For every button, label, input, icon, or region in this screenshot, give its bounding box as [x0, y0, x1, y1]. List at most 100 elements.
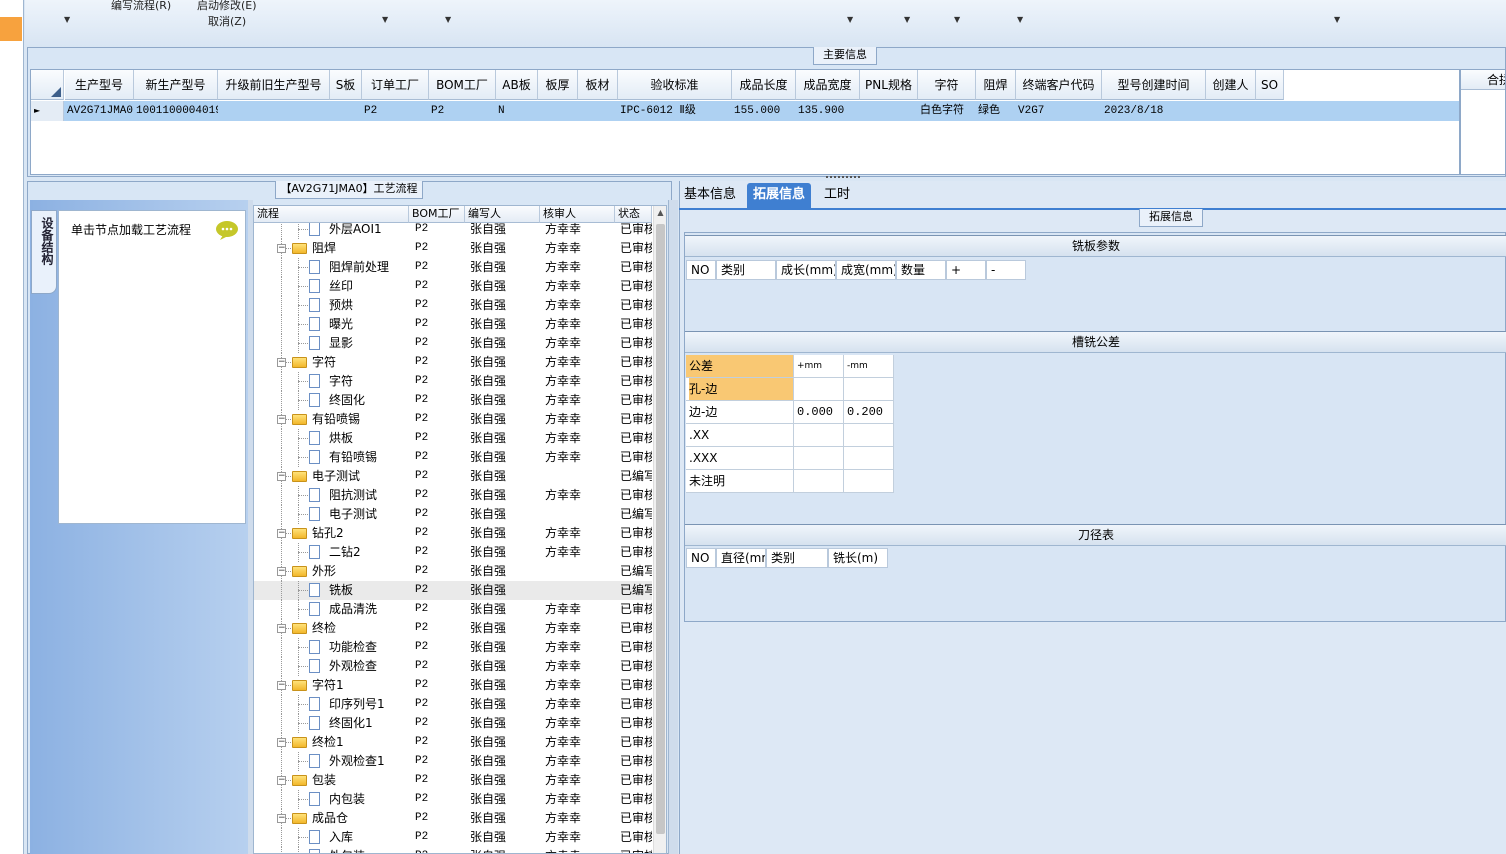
- milling-column-header[interactable]: NO: [686, 260, 716, 280]
- column-header[interactable]: 订单工厂: [362, 70, 429, 100]
- collapse-toggle-icon[interactable]: −: [277, 415, 286, 424]
- milling-column-header[interactable]: -: [986, 260, 1026, 280]
- list-item[interactable]: 阻焊前处理 P2 张自强 方幸幸 已审核: [254, 258, 652, 277]
- list-item[interactable]: 入库 P2 张自强 方幸幸 已审核: [254, 828, 652, 847]
- collapse-toggle-icon[interactable]: −: [277, 567, 286, 576]
- tolerance-minus-cell[interactable]: [844, 424, 894, 447]
- list-item[interactable]: 字符 P2 张自强 方幸幸 已审核: [254, 372, 652, 391]
- tolerance-column-header[interactable]: 公差: [686, 355, 794, 378]
- tolerance-minus-cell[interactable]: [844, 447, 894, 470]
- list-item[interactable]: − 终检 P2 张自强 方幸幸 已审核: [254, 619, 652, 638]
- scroll-up-icon[interactable]: ▲: [654, 206, 666, 220]
- list-item[interactable]: 印序列号1 P2 张自强 方幸幸 已审核: [254, 695, 652, 714]
- tree-column-header[interactable]: 状态: [615, 206, 652, 223]
- collapse-toggle-icon[interactable]: −: [277, 358, 286, 367]
- tolerance-column-header[interactable]: -mm: [844, 355, 894, 378]
- splitter-right[interactable]: [668, 200, 678, 854]
- tolerance-minus-cell[interactable]: [844, 378, 894, 401]
- column-header[interactable]: PNL规格: [860, 70, 918, 100]
- tree-column-header[interactable]: 核审人: [540, 206, 615, 223]
- dropdown-arrow-icon[interactable]: [64, 15, 70, 24]
- list-item[interactable]: − 字符1 P2 张自强 方幸幸 已审核: [254, 676, 652, 695]
- dropdown-arrow-icon[interactable]: [954, 15, 960, 24]
- tolerance-minus-cell[interactable]: 0.200: [844, 401, 894, 424]
- column-header[interactable]: AB板: [496, 70, 538, 100]
- column-header[interactable]: 型号创建时间: [1102, 70, 1206, 100]
- menu-start-modify[interactable]: 启动修改(E): [197, 0, 257, 13]
- column-header[interactable]: BOM工厂: [429, 70, 496, 100]
- list-item[interactable]: 电子测试 P2 张自强 已编写: [254, 505, 652, 524]
- column-header[interactable]: 验收标准: [618, 70, 732, 100]
- list-item[interactable]: − 终检1 P2 张自强 方幸幸 已审核: [254, 733, 652, 752]
- column-header[interactable]: 阻焊: [976, 70, 1016, 100]
- list-item[interactable]: − 有铅喷锡 P2 张自强 方幸幸 已审核: [254, 410, 652, 429]
- tool-column-header[interactable]: 类别: [766, 548, 828, 568]
- collapse-toggle-icon[interactable]: −: [277, 244, 286, 253]
- list-item[interactable]: 预烘 P2 张自强 方幸幸 已审核: [254, 296, 652, 315]
- column-header[interactable]: 创建人: [1206, 70, 1256, 100]
- tab-device-structure[interactable]: 设备结构: [31, 210, 57, 294]
- tolerance-plus-cell[interactable]: [794, 470, 844, 493]
- collapse-toggle-icon[interactable]: −: [277, 776, 286, 785]
- column-header[interactable]: S板: [330, 70, 362, 100]
- tolerance-plus-cell[interactable]: [794, 378, 844, 401]
- column-header[interactable]: 生产型号: [65, 70, 134, 100]
- tab-ext-info[interactable]: 拓展信息: [747, 183, 812, 209]
- tool-column-header[interactable]: NO: [686, 548, 716, 568]
- device-tree[interactable]: 单击节点加载工艺流程: [58, 210, 246, 524]
- dropdown-arrow-icon[interactable]: [847, 15, 853, 24]
- list-item[interactable]: 曝光 P2 张自强 方幸幸 已审核: [254, 315, 652, 334]
- list-item[interactable]: 终固化1 P2 张自强 方幸幸 已审核: [254, 714, 652, 733]
- column-header[interactable]: 板厚: [538, 70, 578, 100]
- list-item[interactable]: 成品清洗 P2 张自强 方幸幸 已审核: [254, 600, 652, 619]
- menu-cancel[interactable]: 取消(Z): [208, 13, 246, 29]
- list-item[interactable]: 丝印 P2 张自强 方幸幸 已审核: [254, 277, 652, 296]
- list-item[interactable]: − 钻孔2 P2 张自强 方幸幸 已审核: [254, 524, 652, 543]
- tolerance-plus-cell[interactable]: [794, 424, 844, 447]
- slot-tolerance-table[interactable]: 公差 +mm -mm 孔-边 边-边 0.000 0.200 .XX .XXX 未注明: [686, 355, 894, 493]
- milling-column-header[interactable]: 成宽(mm): [836, 260, 896, 280]
- list-item[interactable]: − 阻焊 P2 张自强 方幸幸 已审核: [254, 239, 652, 258]
- milling-column-header[interactable]: 类别: [716, 260, 776, 280]
- collapse-toggle-icon[interactable]: −: [277, 738, 286, 747]
- tree-column-header[interactable]: 编写人: [465, 206, 540, 223]
- menu-write-flow[interactable]: 编写流程(R): [111, 0, 171, 13]
- process-tree-grid[interactable]: 外层AOI1P2张自强方幸幸已审核−阻焊P2张自强方幸幸已审核阻焊前处理P2张自…: [253, 205, 667, 854]
- list-item[interactable]: 终固化 P2 张自强 方幸幸 已审核: [254, 391, 652, 410]
- milling-column-header[interactable]: +: [946, 260, 986, 280]
- list-item[interactable]: 内包装 P2 张自强 方幸幸 已审核: [254, 790, 652, 809]
- list-item[interactable]: 阻抗测试 P2 张自强 方幸幸 已审核: [254, 486, 652, 505]
- tolerance-plus-cell[interactable]: 0.000: [794, 401, 844, 424]
- column-header[interactable]: 升级前旧生产型号: [218, 70, 330, 100]
- column-header[interactable]: 字符: [918, 70, 976, 100]
- list-item[interactable]: 外包装 P2 张自强 方幸幸 已审核: [254, 847, 652, 853]
- collapse-toggle-icon[interactable]: −: [277, 472, 286, 481]
- list-item[interactable]: − 包装 P2 张自强 方幸幸 已审核: [254, 771, 652, 790]
- splitter-grip[interactable]: [826, 176, 860, 180]
- list-item[interactable]: 烘板 P2 张自强 方幸幸 已审核: [254, 429, 652, 448]
- dropdown-arrow-icon[interactable]: [382, 15, 388, 24]
- tree-column-header[interactable]: BOM工厂: [409, 206, 465, 223]
- tolerance-plus-cell[interactable]: [794, 447, 844, 470]
- vertical-scrollbar[interactable]: ▲: [653, 206, 666, 853]
- column-header[interactable]: 成品长度: [732, 70, 796, 100]
- collapse-toggle-icon[interactable]: −: [277, 814, 286, 823]
- dropdown-arrow-icon[interactable]: [1334, 15, 1340, 24]
- column-header[interactable]: 新生产型号: [134, 70, 218, 100]
- dropdown-arrow-icon[interactable]: [445, 15, 451, 24]
- column-header[interactable]: SO: [1256, 70, 1284, 100]
- list-item[interactable]: 外观检查1 P2 张自强 方幸幸 已审核: [254, 752, 652, 771]
- column-header[interactable]: 成品宽度: [796, 70, 860, 100]
- dropdown-arrow-icon[interactable]: [1017, 15, 1023, 24]
- main-info-grid[interactable]: ► 生产型号 AV2G71JMA0新生产型号 10011000040193升级前旧生…: [30, 69, 1460, 175]
- list-item[interactable]: 铣板 P2 张自强 已编写: [254, 581, 652, 600]
- list-item[interactable]: − 成品仓 P2 张自强 方幸幸 已审核: [254, 809, 652, 828]
- tool-column-header[interactable]: 直径(mm): [716, 548, 766, 568]
- scroll-thumb[interactable]: [656, 224, 665, 834]
- tab-work-hours[interactable]: 工时: [818, 183, 856, 209]
- list-item[interactable]: − 电子测试 P2 张自强 已编写: [254, 467, 652, 486]
- list-item[interactable]: − 外形 P2 张自强 已编写: [254, 562, 652, 581]
- tree-column-header[interactable]: 流程: [254, 206, 409, 223]
- tool-column-header[interactable]: 铣长(m): [828, 548, 888, 568]
- tolerance-column-header[interactable]: +mm: [794, 355, 844, 378]
